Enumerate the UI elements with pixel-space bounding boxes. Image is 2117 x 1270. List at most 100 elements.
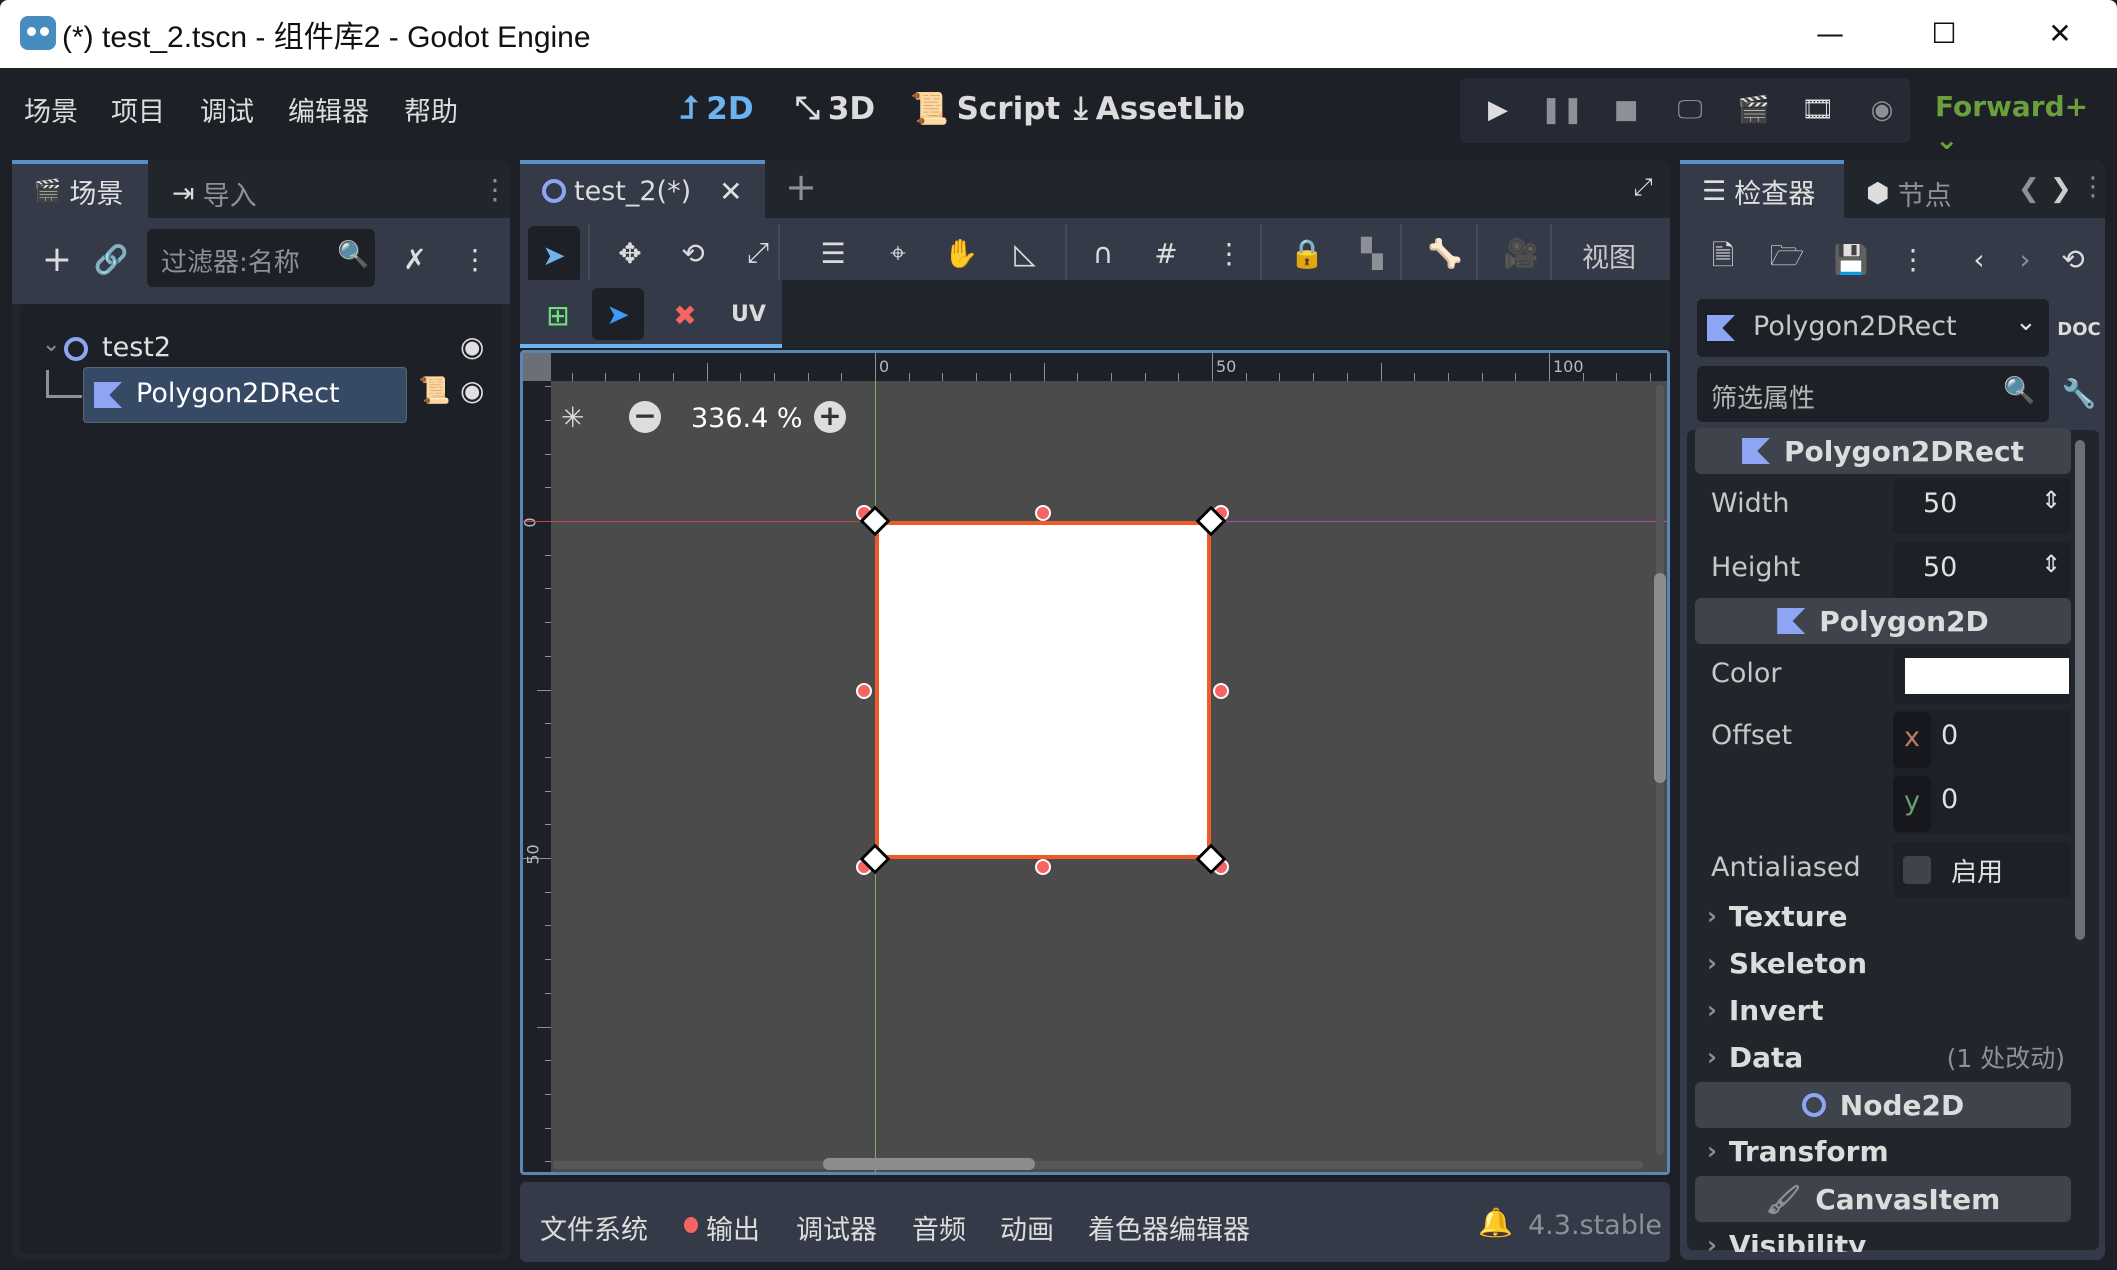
resize-handle-bottom[interactable] bbox=[1035, 859, 1051, 875]
new-scene-tab-button[interactable]: + bbox=[778, 164, 824, 210]
scene-options-icon[interactable]: ⋮ bbox=[452, 236, 498, 282]
play-scene-icon[interactable]: 🎬 bbox=[1736, 92, 1772, 128]
horizontal-scrollbar[interactable] bbox=[553, 1161, 1643, 1169]
pivot-mode-icon[interactable]: ⌖ bbox=[875, 230, 921, 276]
menu-scene[interactable]: 场景 bbox=[24, 90, 78, 129]
visibility-eye-icon[interactable]: ◉ bbox=[460, 374, 484, 407]
dock-next-icon[interactable]: ❯ bbox=[2050, 174, 2072, 204]
offset-x-value[interactable]: 0 bbox=[1941, 720, 1958, 751]
workspace-2d[interactable]: ⮥ 2D bbox=[680, 90, 754, 127]
tab-import[interactable]: ⇥ 导入 bbox=[172, 168, 257, 218]
workspace-script[interactable]: 📜 Script bbox=[910, 90, 1060, 128]
tab-output[interactable]: 输出 bbox=[706, 1208, 760, 1247]
inspector-scrollbar-thumb[interactable] bbox=[2075, 440, 2085, 940]
inspector-tools-icon[interactable]: 🔧 bbox=[2056, 370, 2102, 416]
dock-prev-icon[interactable]: ❮ bbox=[2018, 174, 2040, 204]
object-selector[interactable]: Polygon2DRect ⌄ bbox=[1697, 299, 2049, 357]
zoom-out-button[interactable]: − bbox=[629, 401, 661, 433]
dock-menu-icon[interactable]: ⋮ bbox=[472, 166, 518, 212]
tree-item-polygon2drect[interactable]: Polygon2DRect bbox=[83, 367, 407, 423]
movie-maker-icon[interactable]: ◉ bbox=[1864, 92, 1900, 128]
stop-icon[interactable]: ■ bbox=[1608, 92, 1644, 128]
edit-points-icon[interactable]: ➤ bbox=[592, 288, 644, 340]
group-skeleton[interactable]: › Skeleton bbox=[1695, 940, 2071, 986]
vertical-scrollbar-thumb[interactable] bbox=[1654, 573, 1666, 783]
remote-debug-icon[interactable]: 🖵 bbox=[1672, 92, 1708, 128]
grid-snap-icon[interactable]: # bbox=[1143, 230, 1189, 276]
maximize-button[interactable]: ☐ bbox=[1914, 10, 1974, 56]
resize-handle-right[interactable] bbox=[1213, 683, 1229, 699]
dock-menu-icon[interactable]: ⋮ bbox=[2080, 172, 2106, 202]
center-view-icon[interactable]: ✳ bbox=[561, 401, 584, 434]
snap-options-icon[interactable]: ⋮ bbox=[1206, 230, 1252, 276]
tab-filesystem[interactable]: 文件系统 bbox=[540, 1208, 648, 1247]
history-back-icon[interactable]: ‹ bbox=[1956, 236, 2002, 282]
pause-icon[interactable]: ❚❚ bbox=[1540, 92, 1584, 128]
spin-arrows-icon[interactable]: ⇕ bbox=[2041, 486, 2061, 514]
tab-animation[interactable]: 动画 bbox=[1000, 1208, 1054, 1247]
group-transform[interactable]: › Transform bbox=[1695, 1128, 2071, 1174]
play-custom-scene-icon[interactable]: 🎞 bbox=[1800, 92, 1836, 128]
instance-scene-icon[interactable]: 🔗 bbox=[88, 236, 134, 282]
polygon-rect-shape[interactable] bbox=[875, 521, 1211, 859]
update-spinner-icon[interactable]: 🔔 bbox=[1478, 1206, 1513, 1239]
open-resource-icon[interactable]: 🗁 bbox=[1764, 236, 1810, 282]
distraction-free-icon[interactable]: ⤢ bbox=[1620, 164, 1666, 210]
offset-y-value[interactable]: 0 bbox=[1941, 784, 1958, 815]
resize-handle-top[interactable] bbox=[1035, 505, 1051, 521]
new-resource-icon[interactable]: 🗎 bbox=[1700, 236, 1746, 282]
menu-help[interactable]: 帮助 bbox=[404, 90, 458, 129]
view-menu[interactable]: 视图 bbox=[1582, 236, 1636, 275]
lock-icon[interactable]: 🔒 bbox=[1284, 230, 1330, 276]
expand-arrow-icon[interactable]: ⌄ bbox=[42, 332, 60, 357]
scene-filter-input[interactable]: 过滤器:名称 🔍 bbox=[147, 229, 375, 287]
move-mode-icon[interactable]: ✥ bbox=[607, 230, 653, 276]
menu-editor[interactable]: 编辑器 bbox=[288, 90, 369, 129]
zoom-level[interactable]: 336.4 % bbox=[691, 403, 803, 434]
menu-project[interactable]: 项目 bbox=[111, 90, 165, 129]
pan-mode-icon[interactable]: ✋ bbox=[938, 230, 984, 276]
select-mode-icon[interactable]: ➤ bbox=[528, 226, 580, 284]
group-invert[interactable]: › Invert bbox=[1695, 987, 2071, 1033]
delete-points-icon[interactable]: ✖ bbox=[662, 292, 708, 338]
tab-shader-editor[interactable]: 着色器编辑器 bbox=[1088, 1208, 1250, 1247]
play-icon[interactable]: ▶ bbox=[1480, 92, 1516, 128]
rotate-mode-icon[interactable]: ⟲ bbox=[670, 230, 716, 276]
close-tab-icon[interactable]: ✕ bbox=[719, 175, 742, 208]
group-visibility[interactable]: › Visibility bbox=[1695, 1222, 2071, 1253]
history-forward-icon[interactable]: › bbox=[2002, 236, 2048, 282]
horizontal-scrollbar-thumb[interactable] bbox=[823, 1158, 1035, 1170]
workspace-assetlib[interactable]: ⤓ AssetLib bbox=[1074, 90, 1245, 127]
uv-editor-button[interactable]: UV bbox=[731, 302, 766, 327]
smart-snap-icon[interactable]: ∩ bbox=[1080, 230, 1126, 276]
property-filter-input[interactable]: 筛选属性 🔍 bbox=[1697, 366, 2049, 422]
object-history-icon[interactable]: ⟲ bbox=[2050, 236, 2096, 282]
tab-scene[interactable]: 🎬 场景 bbox=[12, 160, 148, 218]
scene-tab-test2[interactable]: test_2(*) ✕ bbox=[520, 160, 765, 218]
spin-arrows-icon[interactable]: ⇕ bbox=[2041, 550, 2061, 578]
close-button[interactable]: ✕ bbox=[2030, 10, 2090, 56]
save-resource-icon[interactable]: 💾 bbox=[1828, 236, 1874, 282]
width-spinbox[interactable]: 50 ⇕ bbox=[1893, 478, 2071, 534]
script-attached-icon[interactable]: 📜 bbox=[418, 376, 450, 406]
add-node-button[interactable]: + bbox=[34, 236, 80, 282]
bone-icon[interactable]: 🦴 bbox=[1422, 230, 1468, 276]
list-select-icon[interactable]: ☰ bbox=[810, 230, 856, 276]
canvas-viewport[interactable]: 0 50 100 0 50 ✳ − 336.4 % + bbox=[520, 350, 1670, 1175]
menu-debug[interactable]: 调试 bbox=[200, 90, 254, 129]
zoom-in-button[interactable]: + bbox=[814, 401, 846, 433]
group-texture[interactable]: › Texture bbox=[1695, 893, 2071, 939]
tab-inspector[interactable]: ☰ 检查器 bbox=[1680, 160, 1844, 218]
detach-script-icon[interactable]: ✗ bbox=[392, 236, 438, 282]
renderer-selector[interactable]: Forward+ ⌄ bbox=[1935, 90, 2117, 156]
scale-mode-icon[interactable]: ⤢ bbox=[735, 230, 781, 276]
workspace-3d[interactable]: ⤡ 3D bbox=[795, 90, 875, 127]
camera-override-icon[interactable]: 🎥 bbox=[1498, 230, 1544, 276]
height-spinbox[interactable]: 50 ⇕ bbox=[1893, 542, 2071, 598]
open-docs-icon[interactable]: DOC bbox=[2056, 306, 2102, 352]
tab-node[interactable]: ⬢ 节点 bbox=[1866, 168, 1952, 218]
color-swatch[interactable] bbox=[1905, 658, 2069, 694]
create-points-icon[interactable]: ⊞ bbox=[535, 292, 581, 338]
resize-handle-left[interactable] bbox=[856, 683, 872, 699]
antialiased-checkbox[interactable] bbox=[1903, 856, 1931, 884]
